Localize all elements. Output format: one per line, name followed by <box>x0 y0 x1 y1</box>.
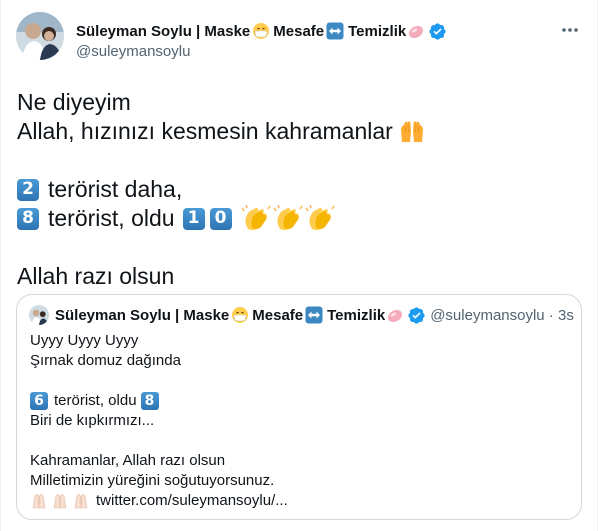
left-right-arrow-icon <box>326 22 344 40</box>
tweet-line-text: terörist, oldu <box>48 205 175 231</box>
author-name[interactable]: Süleyman Soylu | Maske <box>76 23 250 40</box>
tweet-line: Allah razı olsun <box>17 262 577 291</box>
quoted-tweet-card[interactable]: Süleyman Soylu | Maske Mesafe Temizlik @… <box>16 294 582 520</box>
more-options-button[interactable] <box>558 20 582 40</box>
quoted-line-text: Şırnak domuz dağında <box>30 352 181 369</box>
quoted-line: 6 terörist, oldu 8 <box>30 391 288 411</box>
quoted-line: Biri de kıpkırmızı... <box>30 411 288 431</box>
left-right-arrow-icon <box>305 306 323 324</box>
mask-face-icon <box>253 23 270 39</box>
author-handle[interactable]: @suleymansoylu <box>76 43 447 60</box>
quoted-line: Milletimizin yüreğini soğutuyorsunuz. <box>30 471 288 491</box>
more-options-icon <box>562 28 578 32</box>
folded-hands-icon <box>32 494 88 509</box>
quoted-tweet-text: Uyyy Uyyy Uyyy Şırnak domuz dağında 6 te… <box>30 331 288 511</box>
keycap-digit: 0 <box>209 207 232 230</box>
quoted-line: Kahramanlar, Allah razı olsun <box>30 451 288 471</box>
quoted-line: twitter.com/suleymansoylu/... <box>30 491 288 511</box>
avatar[interactable] <box>16 12 64 60</box>
quoted-author-name-part-3[interactable]: Temizlik <box>327 307 385 324</box>
tweet: Süleyman Soylu | Maske Mesafe Temizlik @… <box>0 0 598 531</box>
quoted-link[interactable]: twitter.com/suleymansoylu/... <box>96 491 288 511</box>
tweet-line-text: terörist daha, <box>48 176 183 202</box>
quoted-line-text: Uyyy Uyyy Uyyy <box>30 332 139 349</box>
keycap-digit: 8 <box>140 392 159 410</box>
tweet-line: Allah, hızınızı kesmesin kahramanlar <box>17 117 577 146</box>
tweet-line-text: Allah razı olsun <box>17 263 175 289</box>
author-name-row[interactable]: Süleyman Soylu | Maske Mesafe Temizlik <box>76 20 447 42</box>
quoted-avatar-image <box>29 305 49 325</box>
quoted-avatar[interactable] <box>29 305 49 325</box>
quoted-author-name[interactable]: Süleyman Soylu | Maske <box>55 307 229 324</box>
quoted-line: Uyyy Uyyy Uyyy <box>30 331 288 351</box>
soap-icon <box>388 309 403 323</box>
quoted-handle-time[interactable]: @suleymansoylu · 3s <box>430 307 574 324</box>
quoted-tweet-header: Süleyman Soylu | Maske Mesafe Temizlik @… <box>29 304 574 326</box>
clapping-hands-icon <box>241 204 335 230</box>
keycap-digit: 1 <box>182 207 205 230</box>
tweet-line: 8 terörist, oldu 1 0 <box>17 204 577 233</box>
tweet-line-text: Allah, hızınızı kesmesin kahramanlar <box>17 118 393 144</box>
avatar-image <box>16 12 64 60</box>
tweet-line: Ne diyeyim <box>17 88 577 117</box>
quoted-line: Şırnak domuz dağında <box>30 351 288 371</box>
quoted-line-text: terörist, oldu <box>54 392 137 409</box>
tweet-spacer <box>17 146 577 175</box>
tweet-spacer <box>17 233 577 262</box>
quoted-line-text: Biri de kıpkırmızı... <box>30 412 155 429</box>
raising-hands-icon <box>400 120 423 142</box>
tweet-text: Ne diyeyim Allah, hızınızı kesmesin kahr… <box>17 88 577 291</box>
author-name-part-2[interactable]: Mesafe <box>273 23 324 40</box>
keycap-digit: 8 <box>17 207 39 230</box>
author-block: Süleyman Soylu | Maske Mesafe Temizlik @… <box>76 20 447 60</box>
quoted-spacer <box>30 371 288 391</box>
quoted-author-name-part-2[interactable]: Mesafe <box>252 307 303 324</box>
soap-icon <box>409 25 424 39</box>
verified-badge-icon <box>408 306 425 324</box>
keycap-digit: 6 <box>30 392 48 410</box>
mask-face-icon <box>232 307 249 323</box>
quoted-line-text: Milletimizin yüreğini soğutuyorsunuz. <box>30 472 275 489</box>
quoted-line-text: Kahramanlar, Allah razı olsun <box>30 452 226 469</box>
tweet-line: 2 terörist daha, <box>17 175 577 204</box>
left-divider <box>0 0 1 531</box>
quoted-spacer <box>30 431 288 451</box>
author-name-part-3[interactable]: Temizlik <box>348 23 406 40</box>
tweet-line-text: Ne diyeyim <box>17 89 131 115</box>
keycap-digit: 2 <box>17 178 39 201</box>
verified-badge-icon <box>429 22 446 40</box>
